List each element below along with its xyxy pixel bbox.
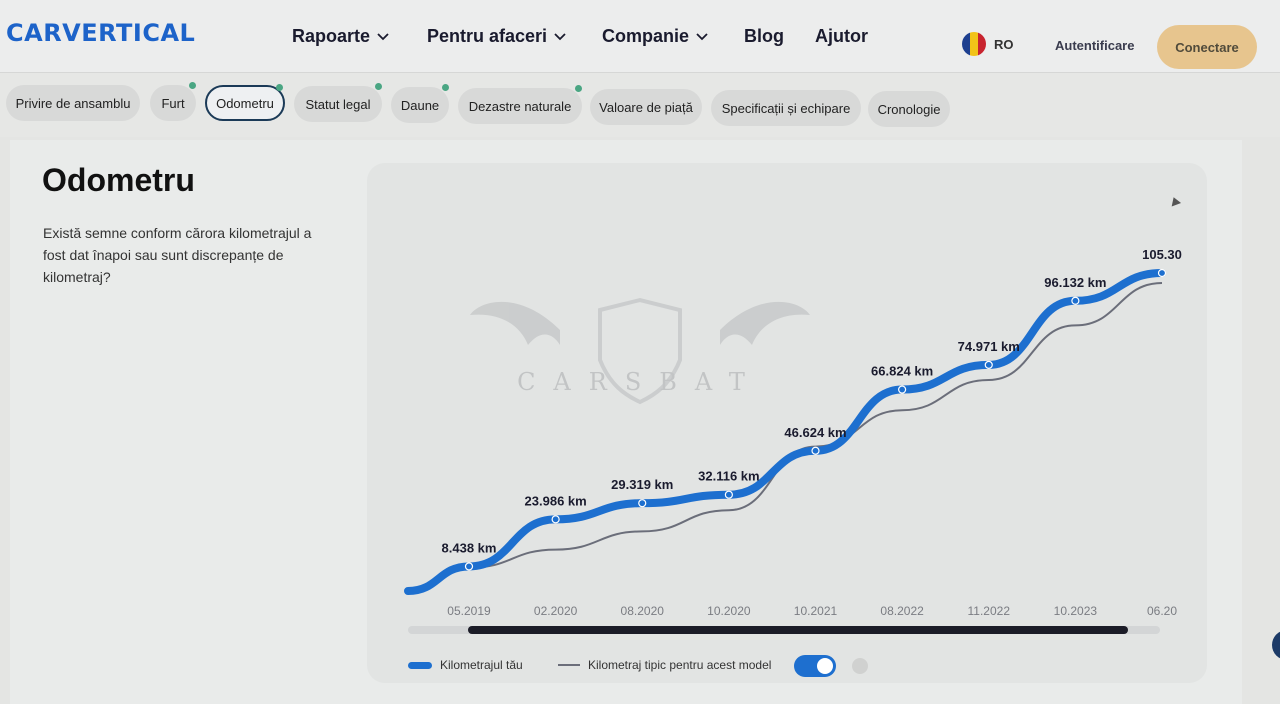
info-icon[interactable] [852, 658, 868, 674]
data-label: 66.824 km [871, 364, 933, 379]
data-label: 8.438 km [442, 540, 497, 555]
data-label: 46.624 km [784, 425, 846, 440]
legend-label: Kilometrajul tău [440, 658, 523, 672]
data-point[interactable] [551, 515, 560, 524]
data-point[interactable] [724, 490, 733, 499]
x-tick-label: 11.2022 [968, 604, 1011, 618]
watermark-right-wing-icon [720, 301, 810, 345]
legend-label: Kilometraj tipic pentru acest model [588, 658, 772, 672]
data-label: 96.132 km [1044, 275, 1106, 290]
watermark-text: CARSBAT [517, 368, 763, 396]
data-point[interactable] [1157, 268, 1167, 278]
x-tick-label: 10.2021 [794, 604, 838, 618]
watermark: CARSBAT [470, 297, 810, 405]
data-labels: 8.438 km 23.986 km 29.319 km 32.116 km 46.62… [442, 247, 1182, 555]
x-tick-label: 08.2020 [621, 604, 665, 618]
range-slider-handle[interactable] [468, 626, 1128, 634]
x-tick-label: 05.2019 [447, 604, 491, 618]
data-label: 29.319 km [611, 477, 673, 492]
data-label: 32.116 km [698, 469, 759, 484]
typical-mileage-toggle[interactable] [794, 655, 836, 677]
data-point[interactable] [984, 360, 993, 369]
legend-your-mileage[interactable]: Kilometrajul tău [408, 658, 523, 672]
x-tick-label: 10.2020 [707, 604, 751, 618]
x-tick-label: 02.2020 [534, 604, 578, 618]
data-label: 105.30 [1142, 247, 1182, 262]
x-tick-label: 08.2022 [880, 604, 924, 618]
data-point[interactable] [811, 446, 820, 455]
x-tick-label: 06.20 [1147, 604, 1177, 618]
data-label: 74.971 km [958, 339, 1020, 354]
data-point[interactable] [898, 385, 907, 394]
x-tick-label: 10.2023 [1054, 604, 1098, 618]
data-point[interactable] [638, 499, 647, 508]
odometer-chart: CARSBAT 8.438 km 23.986 km 29.319 km 32.116… [404, 247, 1182, 634]
data-point[interactable] [1071, 296, 1080, 305]
data-label: 23.986 km [525, 493, 587, 508]
legend-swatch-blue [408, 661, 432, 669]
x-axis-ticks: 05.2019 02.2020 08.2020 10.2020 10.2021 08.20… [447, 604, 1177, 618]
legend-swatch-gray [558, 664, 580, 666]
data-point[interactable] [464, 562, 474, 571]
legend-typical-mileage[interactable]: Kilometraj tipic pentru acest model [558, 658, 771, 672]
watermark-left-wing-icon [470, 301, 560, 345]
